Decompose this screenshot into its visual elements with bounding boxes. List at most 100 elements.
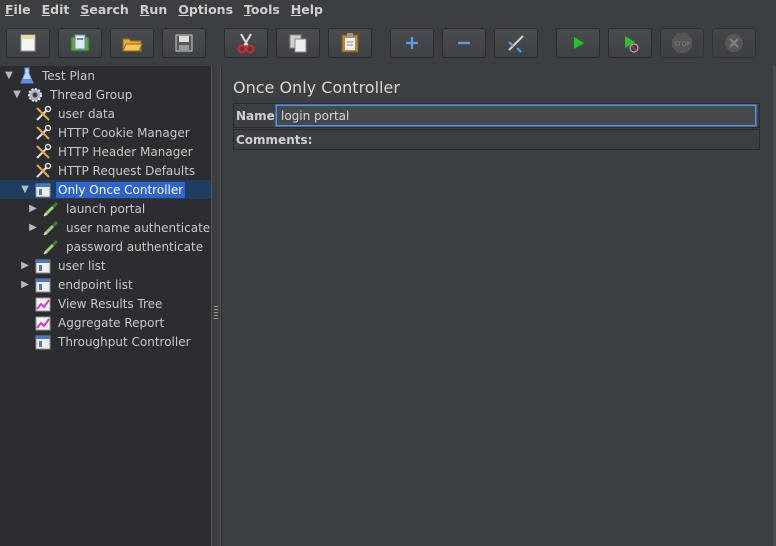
name-label: Name: [236, 109, 280, 123]
open-icon [122, 38, 143, 52]
pipette-icon [42, 200, 60, 218]
menu-options-mnemonic: O [178, 2, 189, 17]
expand-all-button[interactable] [390, 28, 434, 58]
test-plan-tree: ▼ Test Plan ▼ Thread Group user data HTT… [0, 66, 212, 546]
menu-file-mnemonic: F [5, 2, 14, 17]
menu-tools-mnemonic: T [244, 2, 251, 17]
wrench-icon [34, 143, 52, 161]
cut-button[interactable] [224, 28, 268, 58]
tree-node-throughput-controller[interactable]: Throughput Controller [34, 332, 193, 351]
tree-node-label: launch portal [66, 201, 146, 216]
menu-search[interactable]: Search [75, 0, 134, 20]
name-row: Name: [233, 103, 760, 128]
menu-run-mnemonic: R [139, 2, 150, 17]
menu-help-mnemonic: H [290, 2, 302, 17]
page-title: Once Only Controller [233, 78, 400, 97]
gear-icon [26, 86, 44, 104]
tree-node-label: Test Plan [42, 68, 95, 83]
templates-icon [70, 34, 90, 52]
wrench-icon [34, 105, 52, 123]
menu-file-label: ile [13, 2, 31, 17]
controller-icon [34, 276, 52, 294]
tree-expanded-icon[interactable]: ▼ [4, 66, 14, 85]
start-no-pauses-button[interactable] [608, 28, 652, 58]
tree-collapsed-icon[interactable]: ▶ [28, 199, 38, 218]
divider-grip-icon[interactable] [214, 306, 218, 320]
tree-node-label: Only Once Controller [56, 181, 186, 198]
name-field[interactable] [276, 105, 756, 126]
tree-collapsed-icon[interactable]: ▶ [28, 218, 38, 237]
copy-icon [289, 34, 307, 53]
menu-bar: File Edit Search Run Options Tools Help [0, 0, 776, 20]
tree-node-http-request-defaults[interactable]: HTTP Request Defaults [34, 161, 197, 180]
tree-node-label: user name authenticate [66, 220, 211, 235]
graph-icon [34, 295, 52, 313]
shutdown-button[interactable] [712, 28, 756, 58]
tree-node-label: Throughput Controller [58, 334, 191, 349]
tree-expanded-icon[interactable]: ▼ [12, 85, 22, 104]
menu-run[interactable]: Run [135, 0, 173, 20]
stop-icon: STOP [672, 33, 692, 53]
tree-node-label: HTTP Cookie Manager [58, 125, 190, 140]
tree-node-endpoint-list[interactable]: ▶ endpoint list [20, 275, 135, 294]
menu-help[interactable]: Help [286, 0, 329, 20]
tree-node-only-once-controller[interactable]: ▼ Only Once Controller [20, 180, 186, 199]
tree-node-view-results-tree[interactable]: View Results Tree [34, 294, 164, 313]
stop-icon-text: STOP [674, 41, 690, 48]
tree-node-label: HTTP Header Manager [58, 144, 193, 159]
start-no-pauses-icon [625, 36, 639, 53]
shutdown-icon [725, 34, 743, 52]
menu-search-label: earch [89, 2, 129, 17]
copy-button[interactable] [276, 28, 320, 58]
open-button[interactable] [110, 28, 154, 58]
tree-node-http-cookie-manager[interactable]: HTTP Cookie Manager [34, 123, 192, 142]
tree-node-test-plan[interactable]: ▼ Test Plan [4, 66, 97, 85]
controller-icon [34, 257, 52, 275]
start-button[interactable] [556, 28, 600, 58]
controller-icon [34, 181, 52, 199]
menu-tools[interactable]: Tools [239, 0, 286, 20]
menu-file[interactable]: File [0, 0, 37, 20]
tree-expanded-icon[interactable]: ▼ [20, 180, 30, 199]
tree-node-password-authenticate[interactable]: password authenticate [42, 237, 205, 256]
comments-field[interactable] [304, 131, 756, 148]
tree-node-user-list[interactable]: ▶ user list [20, 256, 108, 275]
new-button[interactable] [6, 28, 50, 58]
new-icon [20, 34, 36, 52]
cut-icon [237, 33, 255, 54]
tree-node-thread-group[interactable]: ▼ Thread Group [12, 85, 134, 104]
menu-edit-label: dit [50, 2, 70, 17]
wrench-icon [34, 162, 52, 180]
tree-node-launch-portal[interactable]: ▶ launch portal [28, 199, 147, 218]
paste-icon [341, 33, 359, 53]
menu-tools-label: ools [250, 2, 280, 17]
toolbar: STOP [0, 20, 776, 66]
tree-node-label: password authenticate [66, 239, 204, 254]
collapse-all-button[interactable] [442, 28, 486, 58]
collapse-minus-icon [458, 41, 470, 45]
save-button[interactable] [162, 28, 206, 58]
tree-node-http-header-manager[interactable]: HTTP Header Manager [34, 142, 195, 161]
menu-edit[interactable]: Edit [37, 0, 76, 20]
toggle-button[interactable] [494, 28, 538, 58]
templates-button[interactable] [58, 28, 102, 58]
stop-button[interactable]: STOP [660, 28, 704, 58]
menu-edit-mnemonic: E [41, 2, 51, 17]
paste-button[interactable] [328, 28, 372, 58]
tree-node-label: endpoint list [58, 277, 133, 292]
tree-collapsed-icon[interactable]: ▶ [20, 256, 30, 275]
controller-editor-panel: Once Only Controller Name: Comments: [221, 66, 774, 546]
tree-node-label: user list [58, 258, 106, 273]
menu-options[interactable]: Options [173, 0, 239, 20]
tree-node-user-data[interactable]: user data [34, 104, 117, 123]
tree-node-aggregate-report[interactable]: Aggregate Report [34, 313, 166, 332]
pipette-icon [42, 238, 60, 256]
tree-node-user-name-authenticate[interactable]: ▶ user name authenticate [28, 218, 211, 237]
start-icon [574, 37, 584, 49]
save-icon [175, 34, 193, 52]
controller-icon [34, 333, 52, 351]
wrench-icon [34, 124, 52, 142]
split-pane-divider[interactable] [211, 66, 221, 546]
comments-row: Comments: [233, 129, 760, 150]
tree-collapsed-icon[interactable]: ▶ [20, 275, 30, 294]
